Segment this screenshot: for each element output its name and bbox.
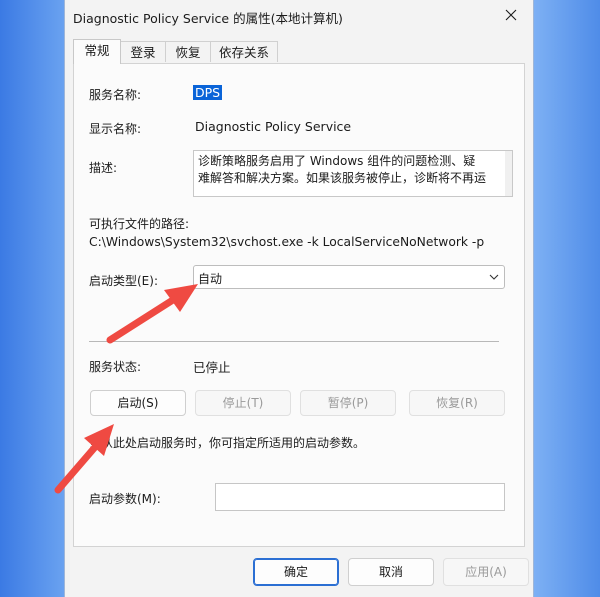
annotation-arrows — [54, 284, 198, 494]
arrow-to-startup-type — [106, 284, 198, 344]
tab-general[interactable]: 常规 — [73, 39, 121, 64]
arrow-to-start-button — [54, 424, 114, 494]
